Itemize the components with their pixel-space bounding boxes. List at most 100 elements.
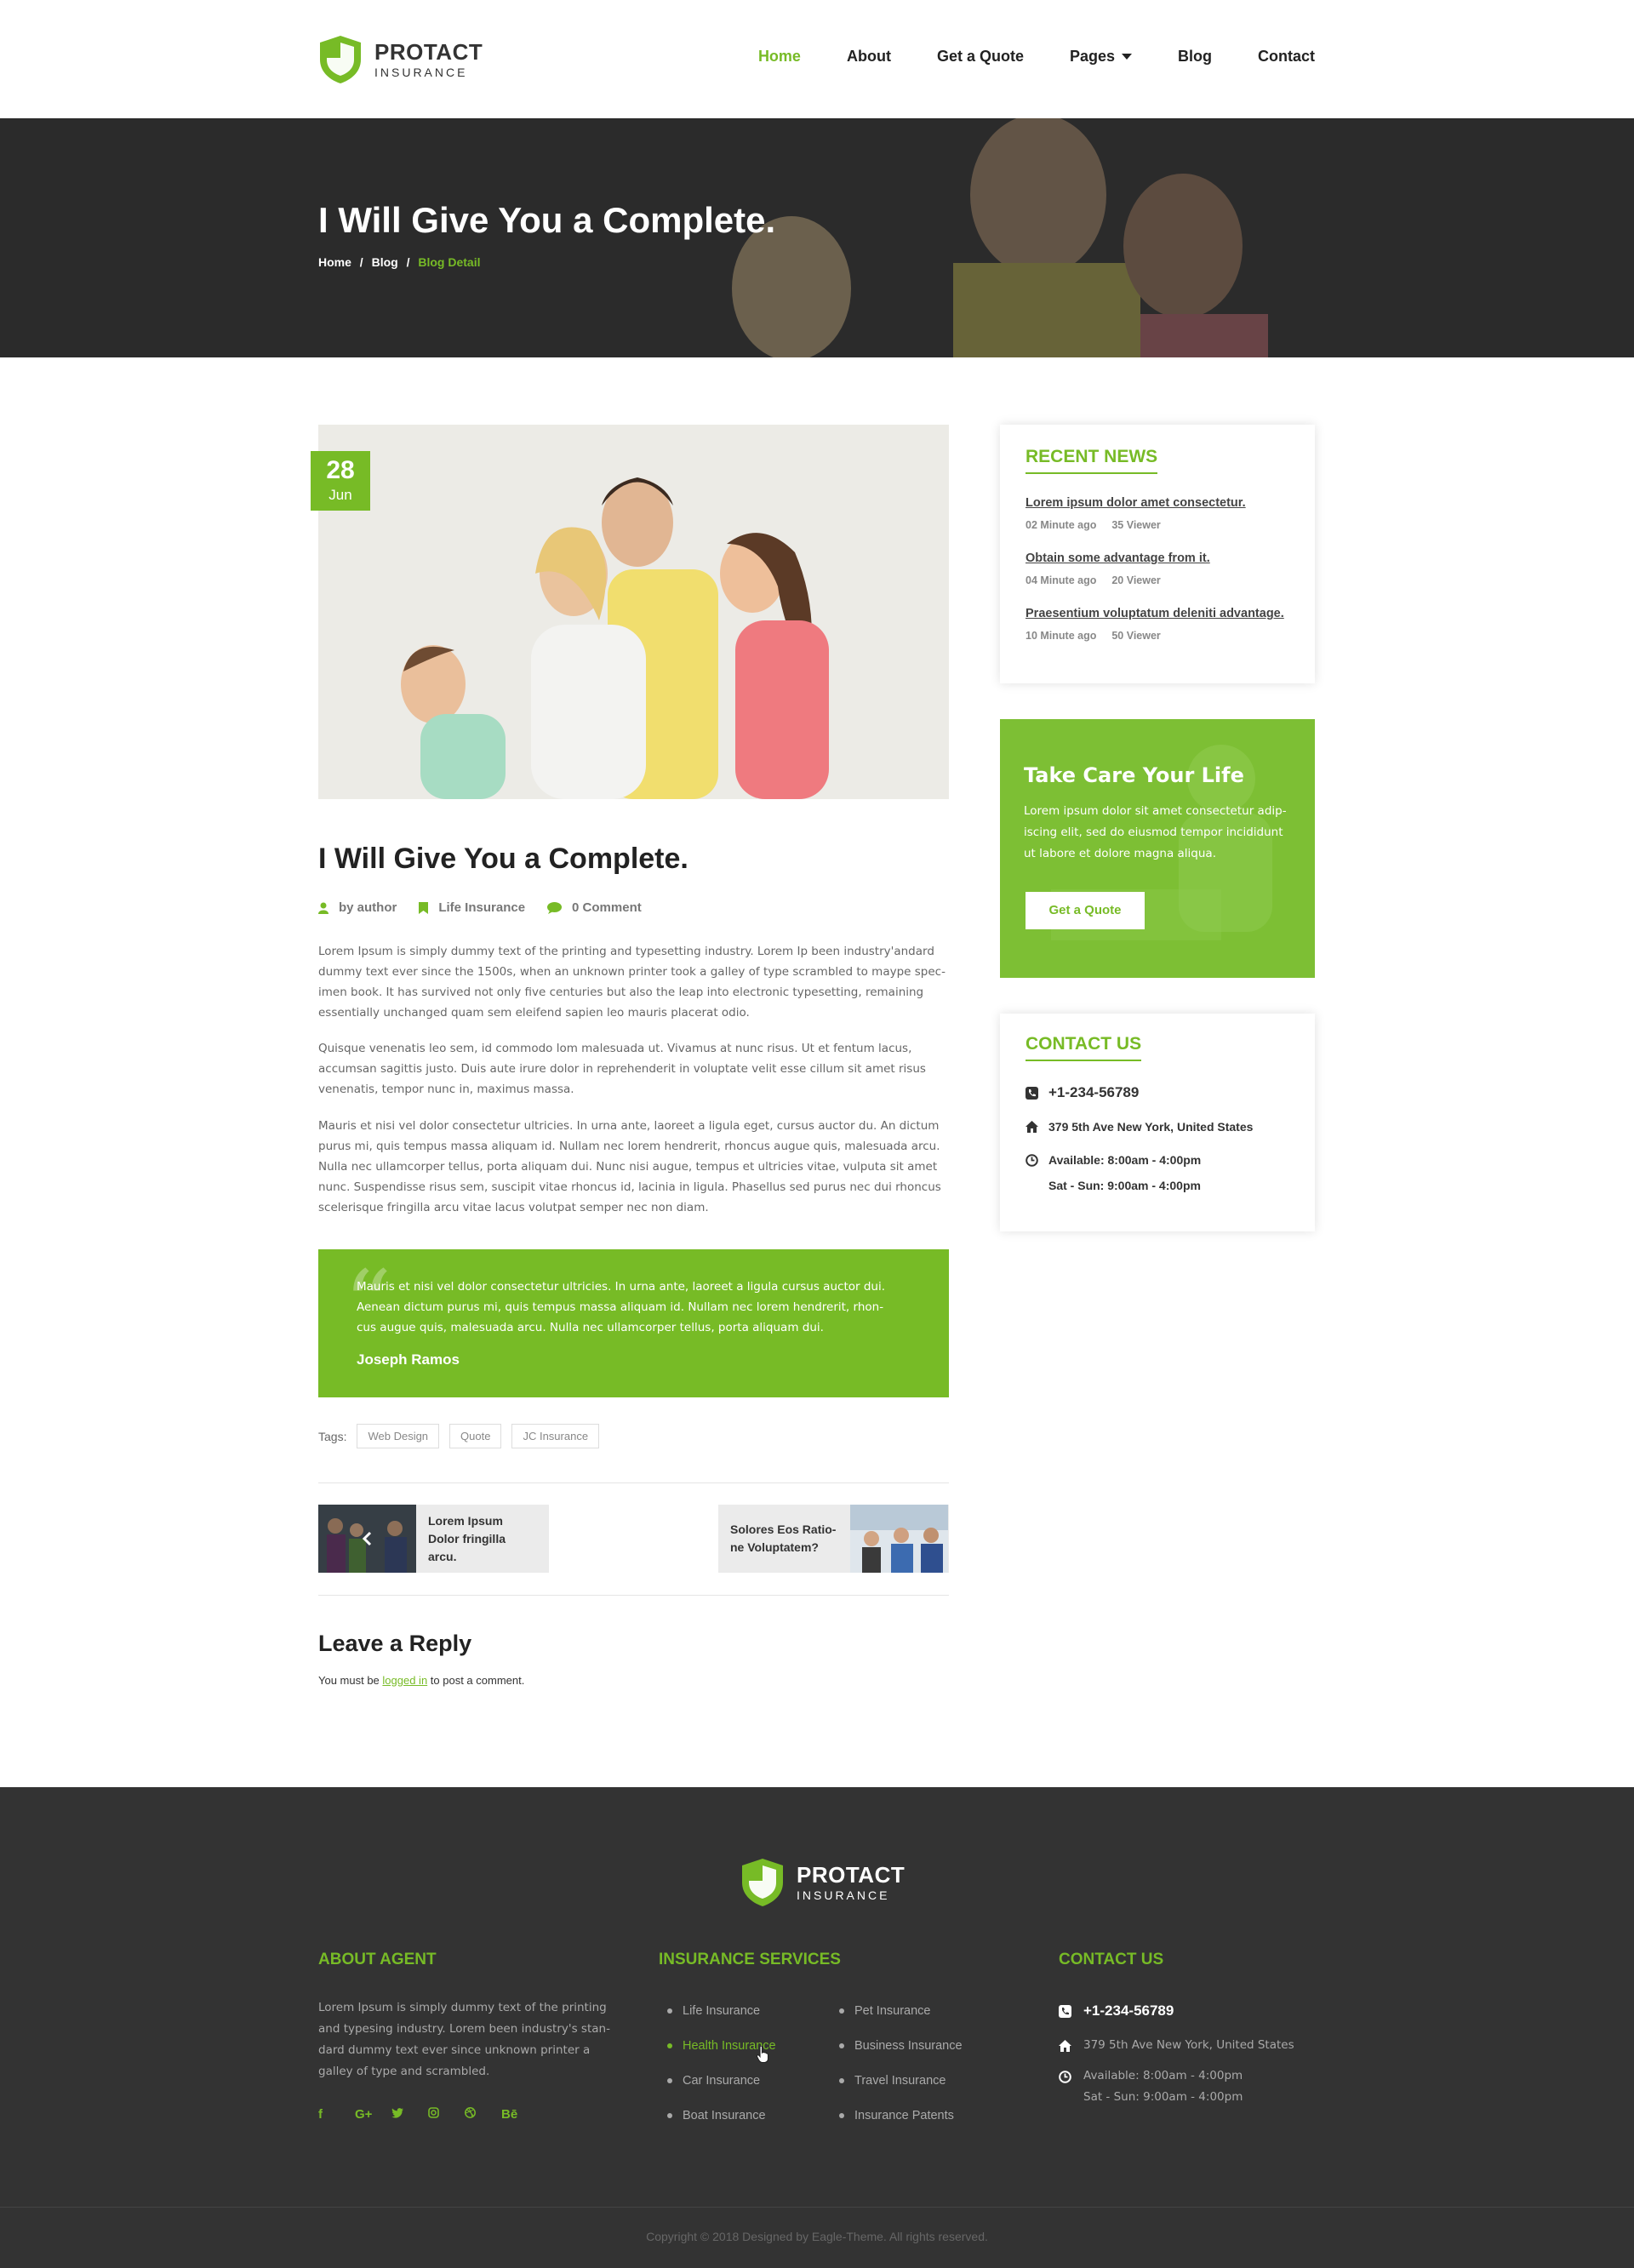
service-link[interactable]: Business Insurance [839, 2039, 963, 2053]
divider [318, 1482, 949, 1483]
office-photo [850, 1505, 948, 1573]
news-item-time: 02 Minute ago [1026, 519, 1097, 531]
recent-news-title: RECENT NEWS [1026, 447, 1157, 474]
instagram-icon[interactable] [428, 2107, 465, 2122]
nav-pages[interactable]: Pages [1070, 48, 1132, 66]
nav-pages-label: Pages [1069, 48, 1115, 65]
footer-brand-tagline: INSURANCE [797, 1888, 890, 1902]
news-item-title[interactable]: Lorem ipsum dolor amet consectetur. [1026, 496, 1246, 510]
breadcrumb-home[interactable]: Home [318, 255, 351, 269]
breadcrumb-blog[interactable]: Blog [372, 255, 398, 269]
phone-icon [1059, 2005, 1071, 2018]
contact-address: 379 5th Ave New York, United States [1026, 1114, 1253, 1140]
nav-about[interactable]: About [847, 48, 891, 66]
post-title: I Will Give You a Complete. [318, 843, 688, 875]
promo-widget: Take Care Your Life Lorem ipsum dolor si… [1000, 719, 1315, 978]
service-link[interactable]: Insurance Patents [839, 2109, 954, 2122]
post-paragraph: Quisque venenatis leo sem, id commodo lo… [318, 1042, 926, 1096]
news-item-title[interactable]: Obtain some advantage from it. [1026, 551, 1210, 565]
nav-blog[interactable]: Blog [1178, 48, 1212, 66]
family-photo [318, 425, 949, 799]
bookmark-icon [419, 901, 429, 914]
google-plus-icon[interactable]: G+ [355, 2107, 391, 2122]
recent-news-widget: RECENT NEWS Lorem ipsum dolor amet conse… [1000, 425, 1315, 683]
clock-icon [1059, 2071, 1071, 2083]
contact-hours-weekday: Available: 8:00am - 4:00pm [1048, 1153, 1202, 1167]
service-link[interactable]: Boat Insurance [667, 2109, 766, 2122]
news-item-title[interactable]: Praesentium voluptatum deleniti advantag… [1026, 607, 1284, 620]
tag-jc-insurance[interactable]: JC Insurance [511, 1424, 600, 1448]
twitter-icon[interactable] [391, 2107, 428, 2122]
team-photo [318, 1505, 416, 1573]
post-category-label: Life Insurance [438, 900, 526, 915]
user-icon [318, 902, 329, 914]
breadcrumb-separator: / [406, 255, 410, 269]
footer-phone[interactable]: +1-234-56789 [1059, 2000, 1174, 2021]
get-a-quote-button[interactable]: Get a Quote [1026, 892, 1145, 929]
social-links: f G+ Bē [318, 2107, 538, 2122]
post-author-label: by author [339, 900, 397, 915]
nav-home[interactable]: Home [758, 48, 801, 66]
post-featured-image [318, 425, 949, 799]
tag-quote[interactable]: Quote [449, 1424, 502, 1448]
previous-post-title: Lorem Ipsum Dolor fringilla arcu. [428, 1513, 506, 1563]
comment-icon [547, 901, 563, 914]
main-nav: Home About Get a Quote Pages Blog Contac… [712, 48, 1315, 66]
login-link[interactable]: logged in [382, 1674, 427, 1687]
news-item-meta: 02 Minute ago 35 Viewer [1026, 519, 1246, 531]
previous-post-link[interactable]: Lorem Ipsum Dolor fringilla arcu. [318, 1505, 549, 1573]
news-item-meta: 04 Minute ago 20 Viewer [1026, 574, 1210, 586]
post-author[interactable]: by author [318, 900, 397, 915]
post-comments[interactable]: 0 Comment [547, 900, 642, 915]
news-item-views: 50 Viewer [1111, 630, 1161, 642]
service-link[interactable]: Travel Insurance [839, 2074, 946, 2088]
tags-label: Tags: [318, 1429, 347, 1443]
site-header: PROTACT INSURANCE Home About Get a Quote… [0, 0, 1634, 118]
breadcrumb-current: Blog Detail [418, 255, 481, 269]
copyright: Copyright © 2018 Designed by Eagle-Theme… [646, 2230, 988, 2243]
contact-hours: Available: 8:00am - 4:00pm Sat - Sun: 9:0… [1026, 1147, 1201, 1198]
post-comments-label: 0 Comment [572, 900, 642, 915]
promo-title: Take Care Your Life [1024, 763, 1244, 787]
post-paragraph: Lorem Ipsum is simply dummy text of the … [318, 945, 946, 1020]
tag-web-design[interactable]: Web Design [357, 1424, 440, 1448]
contact-title: CONTACT US [1026, 1034, 1141, 1061]
contact-phone-number: +1-234-56789 [1048, 1084, 1140, 1100]
brand-name: PROTACT [374, 39, 483, 65]
post-category[interactable]: Life Insurance [419, 900, 525, 915]
promo-text: Lorem ipsum dolor sit amet consectetur a… [1024, 804, 1287, 860]
facebook-icon[interactable]: f [318, 2107, 355, 2122]
nav-get-a-quote[interactable]: Get a Quote [937, 48, 1024, 66]
home-icon [1059, 2040, 1071, 2052]
nav-contact[interactable]: Contact [1258, 48, 1315, 66]
shield-logo-icon [742, 1859, 783, 1906]
footer-about-title: ABOUT AGENT [318, 1951, 437, 1968]
footer-divider [0, 2207, 1634, 2208]
news-item-meta: 10 Minute ago 50 Viewer [1026, 630, 1284, 642]
next-post-link[interactable]: Solores Eos Ratio-ne Voluptatem? [718, 1505, 949, 1573]
contact-phone[interactable]: +1-234-56789 [1026, 1080, 1139, 1105]
brand-logo[interactable]: PROTACT INSURANCE [318, 34, 483, 85]
behance-icon[interactable]: Bē [501, 2107, 538, 2122]
phone-icon [1026, 1087, 1038, 1100]
footer-contact-title: CONTACT US [1059, 1951, 1164, 1968]
footer-brand-name: PROTACT [797, 1862, 906, 1888]
dribbble-icon[interactable] [465, 2107, 501, 2122]
footer-services-title: INSURANCE SERVICES [659, 1951, 841, 1968]
service-link[interactable]: Life Insurance [667, 2004, 760, 2018]
footer-address: 379 5th Ave New York, United States [1059, 2035, 1294, 2056]
news-item-time: 10 Minute ago [1026, 630, 1097, 642]
service-link[interactable]: Car Insurance [667, 2074, 760, 2088]
contact-hours-weekend: Sat - Sun: 9:00am - 4:00pm [1048, 1179, 1201, 1192]
brand-tagline: INSURANCE [374, 66, 468, 79]
footer-hours: Available: 8:00am - 4:00pm Sat - Sun: 9:0… [1059, 2065, 1243, 2108]
divider [318, 1595, 949, 1596]
page-title: I Will Give You a Complete. [318, 200, 776, 240]
post-tags: Tags: Web Design Quote JC Insurance [318, 1424, 600, 1448]
breadcrumb-separator: / [359, 255, 363, 269]
footer-logo[interactable]: PROTACT INSURANCE [740, 1857, 905, 1908]
footer-about-text: Lorem Ipsum is simply dummy text of the … [318, 2001, 610, 2078]
post-blockquote: “ Mauris et nisi vel dolor consectetur u… [318, 1249, 949, 1397]
service-link[interactable]: Pet Insurance [839, 2004, 930, 2018]
shield-logo-icon [320, 36, 361, 83]
